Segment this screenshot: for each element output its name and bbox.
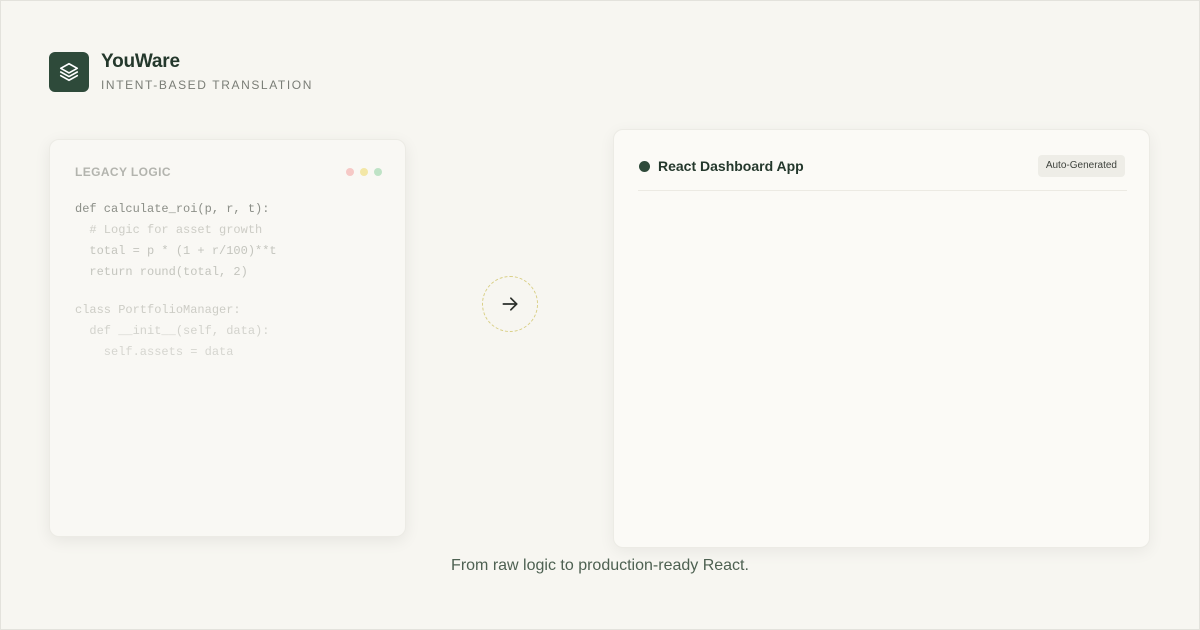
code-line: class PortfolioManager: [75, 303, 241, 317]
code-line: def __init__(self, data): [75, 324, 270, 338]
react-card-header: React Dashboard App Auto-Generated [638, 154, 1127, 191]
react-dashboard-card: React Dashboard App Auto-Generated [613, 129, 1150, 548]
caption: From raw logic to production-ready React… [451, 557, 749, 574]
brand-name: YouWare [101, 51, 180, 72]
layers-icon [49, 51, 89, 92]
card-title: LEGACY LOGIC [75, 165, 171, 179]
auto-generated-badge: Auto-Generated [1037, 155, 1125, 177]
code-line: return round(total, 2) [75, 265, 248, 279]
status-dot [639, 161, 650, 172]
translate-arrow [482, 276, 538, 332]
brand-header: YouWare INTENT-BASED TRANSLATION [49, 51, 313, 92]
code-line: self.assets = data [75, 345, 234, 359]
window-dots [346, 168, 382, 176]
code-line: # Logic for asset growth [75, 223, 263, 237]
react-card-title: React Dashboard App [658, 158, 804, 174]
code-line: total = p * (1 + r/100)**t [75, 244, 277, 258]
brand-tagline: INTENT-BASED TRANSLATION [101, 78, 313, 92]
code-line: def calculate_roi(p, r, t): [75, 202, 270, 216]
arrow-right-icon [502, 297, 518, 311]
window-dot-red [346, 168, 354, 176]
window-dot-green [374, 168, 382, 176]
legacy-code-card: LEGACY LOGIC def calculate_roi(p, r, t):… [49, 139, 406, 537]
window-dot-yellow [360, 168, 368, 176]
code-block: def calculate_roi(p, r, t): # Logic for … [75, 199, 277, 363]
